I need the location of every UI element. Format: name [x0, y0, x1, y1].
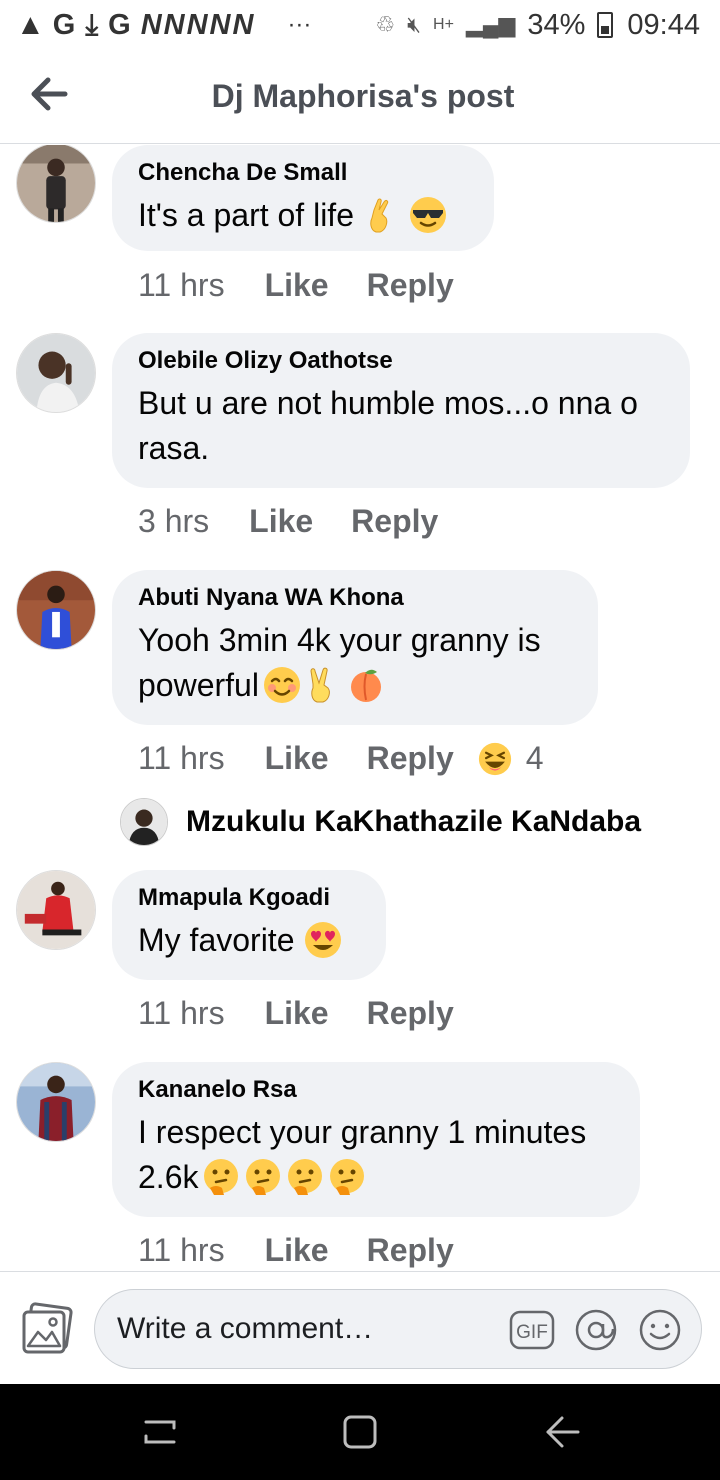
smiling-blush-icon	[263, 667, 300, 703]
thinking-icon	[204, 1159, 239, 1195]
comment-bubble[interactable]: Olebile Olizy Oathotse But u are not hum…	[112, 333, 690, 488]
n-icons: NNNNN	[140, 8, 256, 41]
clock: 09:44	[627, 8, 700, 41]
sunglasses-icon	[409, 197, 446, 233]
notification-icons: ▲ G	[16, 8, 76, 41]
comment-author[interactable]: Kananelo Rsa	[138, 1076, 612, 1104]
comment-input[interactable]: Write a comment… GIF	[94, 1289, 702, 1369]
network-type-icon: H+	[433, 16, 454, 33]
comment-actions: 11 hrs Like Reply 4	[138, 740, 544, 777]
gif-icon[interactable]: GIF	[509, 1308, 555, 1352]
page-title: Dj Maphorisa's post	[211, 78, 515, 114]
mention-icon[interactable]	[573, 1308, 619, 1352]
system-navigation-bar	[0, 1384, 720, 1480]
thinking-icon	[330, 1159, 365, 1195]
comment-composer: Write a comment… GIF	[0, 1271, 720, 1384]
reply-button[interactable]: Reply	[351, 503, 438, 540]
like-button[interactable]: Like	[265, 995, 329, 1032]
comment-author[interactable]: Olebile Olizy Oathotse	[138, 347, 662, 375]
comment-text: It's a part of life	[138, 197, 354, 233]
avatar[interactable]	[16, 570, 96, 650]
recycle-icon: ♲	[375, 12, 396, 37]
input-icons: GIF	[509, 1308, 683, 1352]
comment-time: 11 hrs	[138, 995, 225, 1031]
battery-percent: 34%	[527, 8, 586, 41]
gif-label: GIF	[516, 1322, 548, 1343]
avatar[interactable]	[16, 870, 96, 950]
comment-author[interactable]: Chencha De Small	[138, 159, 466, 187]
signal-icon: ▂▄▆	[465, 12, 516, 37]
reply-author: Mzukulu KaKhathazile KaNdaba	[186, 805, 642, 838]
comment-text: My favorite	[138, 922, 295, 958]
comment-actions: 3 hrs Like Reply	[138, 503, 476, 540]
avatar[interactable]	[16, 145, 96, 223]
comment-time: 11 hrs	[138, 1232, 225, 1268]
battery-icon	[597, 12, 614, 38]
comment-bubble[interactable]: Abuti Nyana WA Khona Yooh 3min 4k your g…	[112, 570, 598, 725]
reply-button[interactable]: Reply	[367, 267, 454, 304]
comments-list: Chencha De Small It's a part of life 11 …	[0, 145, 720, 1271]
comment-text-line: powerful	[138, 667, 259, 703]
comment-text-line: Yooh 3min 4k your granny is	[138, 622, 541, 658]
comment-author[interactable]: Abuti Nyana WA Khona	[138, 584, 570, 612]
thinking-icon	[246, 1159, 281, 1195]
laughing-reaction-icon	[478, 742, 511, 775]
recent-apps-icon[interactable]	[140, 1414, 180, 1450]
photo-icon[interactable]	[20, 1302, 74, 1356]
comment-time: 11 hrs	[138, 267, 225, 303]
like-button[interactable]: Like	[265, 740, 329, 777]
comment-time: 11 hrs	[138, 740, 225, 776]
emoji-icon[interactable]	[637, 1308, 683, 1352]
comment-actions: 11 hrs Like Reply	[138, 1232, 492, 1269]
avatar[interactable]	[16, 1062, 96, 1142]
home-icon[interactable]	[340, 1414, 380, 1450]
like-button[interactable]: Like	[265, 1232, 329, 1269]
comment-text: But u are not humble mos...o nna o rasa.	[138, 385, 638, 466]
comment-text-line: I respect your granny 1 minutes	[138, 1114, 587, 1150]
reply-button[interactable]: Reply	[367, 1232, 454, 1269]
like-button[interactable]: Like	[249, 503, 313, 540]
thinking-icon	[288, 1159, 323, 1195]
comment-bubble[interactable]: Kananelo Rsa I respect your granny 1 min…	[112, 1062, 640, 1217]
post-header: Dj Maphorisa's post	[0, 50, 720, 144]
comment-bubble[interactable]: Mmapula Kgoadi My favorite	[112, 870, 386, 980]
victory-hand-icon	[310, 667, 330, 703]
peach-icon	[350, 669, 381, 702]
crossed-fingers-icon	[370, 198, 389, 233]
reply-button[interactable]: Reply	[367, 995, 454, 1032]
reply-avatar	[120, 798, 168, 846]
like-button[interactable]: Like	[265, 267, 329, 304]
g-icon: G	[108, 8, 131, 41]
status-notifications: ▲ G ⤓ G NNNNN ···	[16, 9, 311, 42]
comment-bubble[interactable]: Chencha De Small It's a part of life	[112, 145, 494, 251]
reaction-summary[interactable]: 4	[478, 740, 544, 777]
comment-actions: 11 hrs Like Reply	[138, 995, 492, 1032]
comment-input-placeholder: Write a comment…	[117, 1312, 374, 1345]
status-bar: ▲ G ⤓ G NNNNN ··· ♲ 🔇︎ H+ ▂▄▆ 34% 09:44	[0, 0, 720, 50]
more-dots: ···	[287, 11, 312, 38]
heart-eyes-icon	[305, 922, 342, 958]
status-system: ♲ 🔇︎ H+ ▂▄▆ 34% 09:44	[375, 9, 700, 42]
reaction-count: 4	[525, 740, 544, 776]
avatar[interactable]	[16, 333, 96, 413]
comment-actions: 11 hrs Like Reply	[138, 267, 492, 304]
comment-text-line: 2.6k	[138, 1159, 199, 1195]
reply-button[interactable]: Reply	[367, 740, 454, 777]
reply-preview[interactable]: Mzukulu KaKhathazile KaNdaba	[120, 798, 641, 846]
comment-author[interactable]: Mmapula Kgoadi	[138, 884, 358, 912]
comment-time: 3 hrs	[138, 503, 210, 539]
mute-icon: 🔇︎	[407, 12, 422, 37]
download-icon: ⤓	[85, 8, 99, 41]
back-icon[interactable]	[542, 1414, 582, 1450]
